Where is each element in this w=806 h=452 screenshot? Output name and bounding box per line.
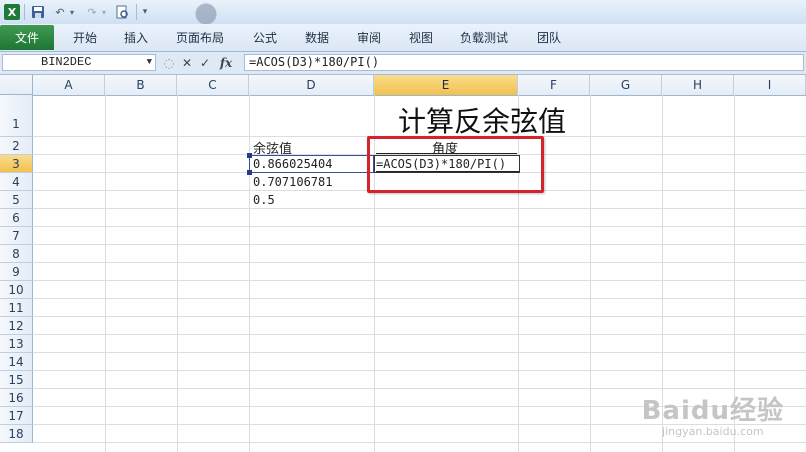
cancel-entry-icon[interactable]: ✕ [180,55,194,71]
selection-handle[interactable] [247,153,252,158]
row-header-1[interactable]: 1 [0,95,33,137]
tab-load-test[interactable]: 负载测试 [460,25,508,50]
selection-handle[interactable] [247,170,252,175]
gridline [33,280,806,281]
formula-input[interactable]: =ACOS(D3)*180/PI() [244,54,804,71]
formula-bar-resize-icon[interactable]: ◌ [162,55,176,71]
column-header-b[interactable]: B [105,75,177,95]
tab-review[interactable]: 审阅 [357,25,381,50]
tab-formulas[interactable]: 公式 [253,25,277,50]
column-header-d[interactable]: D [249,75,374,95]
column-header-c[interactable]: C [177,75,249,95]
gridline [249,95,250,452]
tab-file[interactable]: 文件 [0,25,54,50]
name-box-value: BIN2DEC [41,55,92,69]
row-header-5[interactable]: 5 [0,191,33,209]
cosine-value-cell[interactable]: 0.866025404 [253,157,332,171]
row-header-10[interactable]: 10 [0,281,33,299]
row-header-4[interactable]: 4 [0,173,33,191]
row-header-6[interactable]: 6 [0,209,33,227]
ribbon-tabs: 文件 开始 插入 页面布局 公式 数据 审阅 视图 负载测试 团队 [0,24,806,52]
gridline [33,244,806,245]
redo-icon[interactable]: ↷ [84,4,100,20]
toolbar-divider [136,4,137,20]
column-header-g[interactable]: G [590,75,662,95]
gridline [33,208,806,209]
gridline [33,352,806,353]
gridline [33,334,806,335]
name-box-dropdown-icon[interactable]: ▼ [147,55,152,70]
quick-access-toolbar: X ↶ ▾ ↷ ▾ ▾ [0,0,806,25]
tab-view[interactable]: 视图 [409,25,433,50]
tab-home[interactable]: 开始 [73,25,97,50]
excel-logo-icon: X [4,4,20,20]
row-header-15[interactable]: 15 [0,371,33,389]
gridline [33,388,806,389]
row-header-16[interactable]: 16 [0,389,33,407]
redo-dropdown-icon[interactable]: ▾ [100,4,108,20]
watermark: Baidu经验 jingyan.baidu.com [642,390,784,438]
gridline [33,316,806,317]
avatar [176,0,236,24]
gridline [105,95,106,452]
row-header-9[interactable]: 9 [0,263,33,281]
row-header-12[interactable]: 12 [0,317,33,335]
row-header-18[interactable]: 18 [0,425,33,443]
gridline [177,95,178,452]
cosine-value-cell[interactable]: 0.5 [253,193,275,207]
row-header-11[interactable]: 11 [0,299,33,317]
column-header-e[interactable]: E [374,75,518,95]
formula-bar: BIN2DEC ▼ ◌ ✕ ✓ fx =ACOS(D3)*180/PI() [0,52,806,75]
row-header-13[interactable]: 13 [0,335,33,353]
sheet-title: 计算反余弦值 [398,105,567,138]
column-header-i[interactable]: I [734,75,806,95]
column-header-f[interactable]: F [518,75,590,95]
row-header-14[interactable]: 14 [0,353,33,371]
row-header-7[interactable]: 7 [0,227,33,245]
name-box[interactable]: BIN2DEC ▼ [2,54,156,71]
toolbar-divider [24,4,25,20]
confirm-entry-icon[interactable]: ✓ [198,55,212,71]
insert-function-icon[interactable]: fx [217,55,235,71]
save-icon[interactable] [30,4,46,20]
watermark-sub: jingyan.baidu.com [662,425,764,438]
row-header-8[interactable]: 8 [0,245,33,263]
column-header-a[interactable]: A [33,75,105,95]
tab-data[interactable]: 数据 [305,25,329,50]
customize-qat-icon[interactable]: ▾ [140,4,150,20]
row-header-3[interactable]: 3 [0,155,33,173]
gridline [33,370,806,371]
undo-dropdown-icon[interactable]: ▾ [68,4,76,20]
gridline [33,442,806,443]
undo-icon[interactable]: ↶ [52,4,68,20]
watermark-main: Baidu经验 [641,396,784,426]
highlight-box [367,136,544,193]
gridline [33,298,806,299]
tab-team[interactable]: 团队 [537,25,561,50]
tab-insert[interactable]: 插入 [124,25,148,50]
tab-page-layout[interactable]: 页面布局 [176,25,224,50]
row-header-17[interactable]: 17 [0,407,33,425]
gridline [590,95,591,452]
cosine-value-cell[interactable]: 0.707106781 [253,175,332,189]
gridline [33,262,806,263]
column-header-h[interactable]: H [662,75,734,95]
row-header-2[interactable]: 2 [0,137,33,155]
print-preview-icon[interactable] [114,4,130,20]
gridline [33,226,806,227]
select-all-button[interactable] [0,75,33,95]
